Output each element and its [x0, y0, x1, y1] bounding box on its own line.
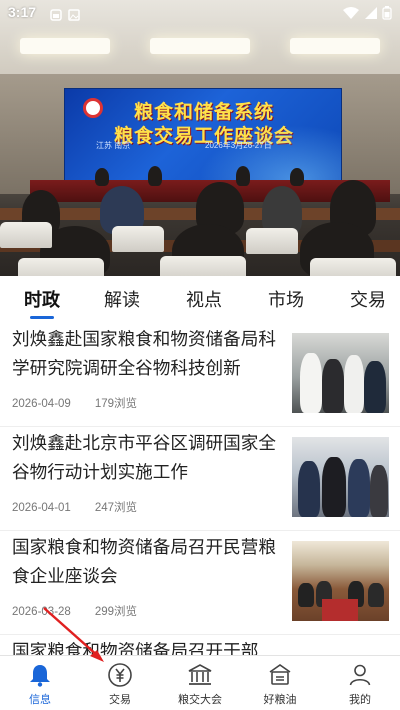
- person: [148, 166, 162, 186]
- nav-haoliangyou[interactable]: 好粮油: [240, 656, 320, 710]
- status-bar: 3:17: [0, 0, 400, 26]
- news-title: 国家粮食和物资储备局召开民营粮食企业座谈会: [12, 537, 276, 586]
- news-thumbnail: [292, 541, 389, 621]
- wifi-icon: [342, 5, 360, 19]
- status-time: 3:17: [8, 4, 37, 20]
- chair: [0, 222, 52, 248]
- nav-label: 我的: [349, 694, 371, 706]
- news-date: 2026-03-28: [12, 606, 71, 618]
- news-title: 刘焕鑫赴国家粮食和物资储备局科学研究院调研全谷物科技创新: [12, 329, 276, 378]
- bell-icon: [27, 662, 53, 688]
- hero-banner-image[interactable]: 粮食和储备系统 粮食交易工作座谈会 江苏 南京 2026年3月26-27日: [0, 0, 400, 276]
- notification-icon: [50, 6, 62, 21]
- chair: [112, 226, 164, 252]
- news-item[interactable]: 刘焕鑫赴国家粮食和物资储备局科学研究院调研全谷物科技创新 2026-04-09 1…: [0, 323, 400, 427]
- ceiling-lamp: [20, 38, 110, 54]
- nav-xinxi[interactable]: 信息: [0, 656, 80, 710]
- ceiling-lamp: [150, 38, 250, 54]
- nav-label: 交易: [109, 694, 131, 706]
- news-meta: 2026-03-28 299浏览: [12, 603, 137, 619]
- person: [290, 168, 304, 186]
- news-item[interactable]: 国家粮食和物资储备局召开民营粮食企业座谈会 2026-03-28 299浏览: [0, 531, 400, 635]
- battery-icon: [382, 5, 392, 20]
- building-columns-icon: [187, 662, 213, 688]
- yuan-coin-icon: [107, 662, 133, 688]
- banner-place: 江苏 南京: [96, 141, 131, 150]
- tab-jiedu[interactable]: 解读: [94, 278, 150, 322]
- news-meta: 2026-04-09 179浏览: [12, 395, 137, 411]
- person: [95, 168, 109, 186]
- news-title: 刘焕鑫赴北京市平谷区调研国家全谷物行动计划实施工作: [12, 433, 276, 482]
- news-views: 247浏览: [94, 502, 138, 514]
- banner-title-line1: 粮食和储备系统: [133, 102, 274, 123]
- news-item[interactable]: 刘焕鑫赴北京市平谷区调研国家全谷物行动计划实施工作 2026-04-01 247浏…: [0, 427, 400, 531]
- person-icon: [347, 662, 373, 688]
- news-date: 2026-04-09: [12, 398, 71, 410]
- category-tabs: 时政 解读 视点 市场 交易: [0, 278, 400, 322]
- nav-label: 粮交大会: [178, 694, 222, 706]
- nav-liangjiao-dahui[interactable]: 粮交大会: [160, 656, 240, 710]
- ceiling-lamp: [290, 38, 380, 54]
- news-thumbnail: [292, 437, 389, 517]
- nav-wode[interactable]: 我的: [320, 656, 400, 710]
- chair: [246, 228, 298, 254]
- nav-label: 好粮油: [263, 694, 297, 706]
- bottom-navigation: 信息 交易 粮交大会 好粮油 我的: [0, 655, 400, 710]
- grain-house-icon: [267, 662, 293, 688]
- person: [236, 166, 250, 186]
- tab-shichang[interactable]: 市场: [258, 278, 314, 322]
- nav-label: 信息: [29, 694, 51, 706]
- news-date: 2026-04-01: [12, 502, 71, 514]
- nav-jiaoyi[interactable]: 交易: [80, 656, 160, 710]
- banner-date: 2026年3月26-27日: [205, 141, 272, 150]
- chair: [310, 258, 396, 276]
- tab-jiaoyi[interactable]: 交易: [340, 278, 396, 322]
- signal-icon: [364, 5, 378, 19]
- tab-shidian[interactable]: 视点: [176, 278, 232, 322]
- news-views: 299浏览: [94, 606, 138, 618]
- image-notification-icon: [68, 6, 80, 21]
- active-tab-indicator: [30, 316, 54, 319]
- chair: [160, 256, 246, 276]
- chair: [18, 258, 104, 276]
- conference-banner: 粮食和储备系统 粮食交易工作座谈会: [64, 88, 342, 182]
- news-thumbnail: [292, 333, 389, 413]
- news-meta: 2026-04-01 247浏览: [12, 499, 137, 515]
- news-views: 179浏览: [94, 398, 138, 410]
